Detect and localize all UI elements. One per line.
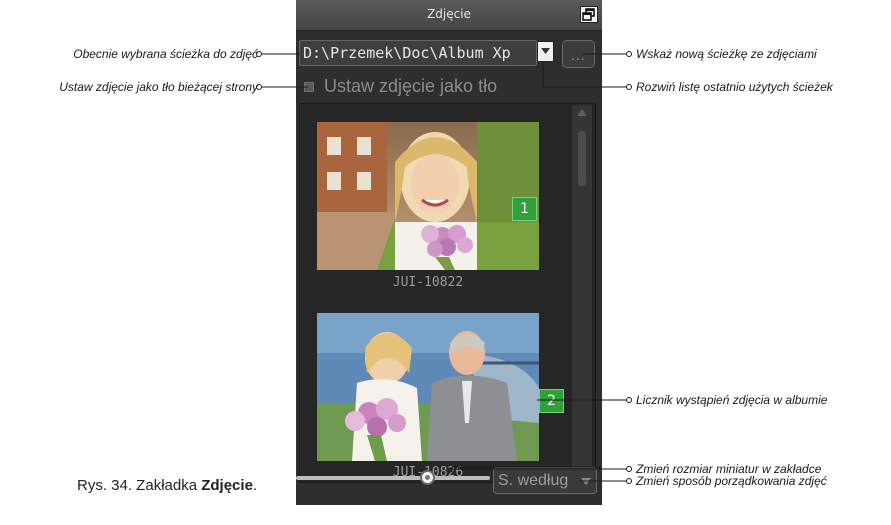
callout-sort-order: Zmień sposób porządkowania zdjęć — [636, 474, 827, 488]
figure-caption-suffix: . — [252, 477, 258, 494]
recent-paths-dropdown-button[interactable] — [537, 41, 554, 62]
thumbnail-2-image — [317, 313, 539, 461]
thumbnail-size-slider-track[interactable] — [296, 476, 490, 480]
callout-recent-paths: Rozwiń listę ostatnio użytych ścieżek — [636, 80, 833, 94]
restore-window-button[interactable] — [580, 6, 598, 23]
thumbnail-size-slider-handle[interactable] — [420, 470, 435, 485]
vertical-scrollbar[interactable] — [572, 105, 592, 480]
path-input[interactable]: D:\Przemek\Doc\Album Xp — [299, 40, 537, 66]
thumbnail-1-image — [317, 122, 539, 270]
scroll-thumb[interactable] — [578, 131, 586, 186]
browse-path-button[interactable]: ... — [562, 40, 595, 68]
occurrence-badge-1: 1 — [512, 197, 537, 221]
thumbnail-1[interactable] — [317, 122, 539, 270]
set-background-checkbox[interactable] — [304, 82, 314, 92]
occurrence-badge-2: 2 — [539, 389, 564, 413]
photo-panel: Zdjęcie D:\Przemek\Doc\Album Xp ... Usta… — [296, 0, 602, 505]
panel-titlebar: Zdjęcie — [296, 0, 602, 31]
callout-set-background: Ustaw zdjęcie jako tło bieżącej strony — [59, 80, 258, 94]
restore-window-icon — [582, 8, 595, 21]
scroll-up-button[interactable] — [572, 105, 592, 121]
panel-title: Zdjęcie — [427, 7, 471, 21]
path-value: D:\Przemek\Doc\Album Xp — [303, 44, 511, 62]
browse-label: ... — [571, 47, 586, 63]
figure-caption-bold: Zdjęcie — [201, 477, 253, 494]
callout-current-path: Obecnie wybrana ścieżka do zdjęć — [73, 47, 258, 61]
thumbnail-1-caption: JUI-10822 — [392, 275, 464, 290]
chevron-down-icon — [581, 478, 591, 485]
set-background-label: Ustaw zdjęcie jako tło — [324, 76, 498, 96]
chevron-down-icon — [541, 48, 550, 54]
callout-new-path: Wskaż nową ścieżkę ze zdjęciami — [636, 47, 817, 61]
sort-order-select[interactable]: S. według — [493, 467, 597, 494]
callout-occurrence-counter: Licznik wystąpień zdjęcia w albumie — [636, 393, 828, 407]
sort-select-value: S. według — [498, 472, 569, 489]
scroll-up-arrow-icon — [577, 109, 587, 116]
figure-caption-prefix: Rys. 34. Zakładka — [77, 477, 202, 494]
thumbnail-2[interactable] — [317, 313, 539, 461]
figure-caption: Rys. 34. Zakładka Zdjęcie. — [77, 477, 257, 494]
